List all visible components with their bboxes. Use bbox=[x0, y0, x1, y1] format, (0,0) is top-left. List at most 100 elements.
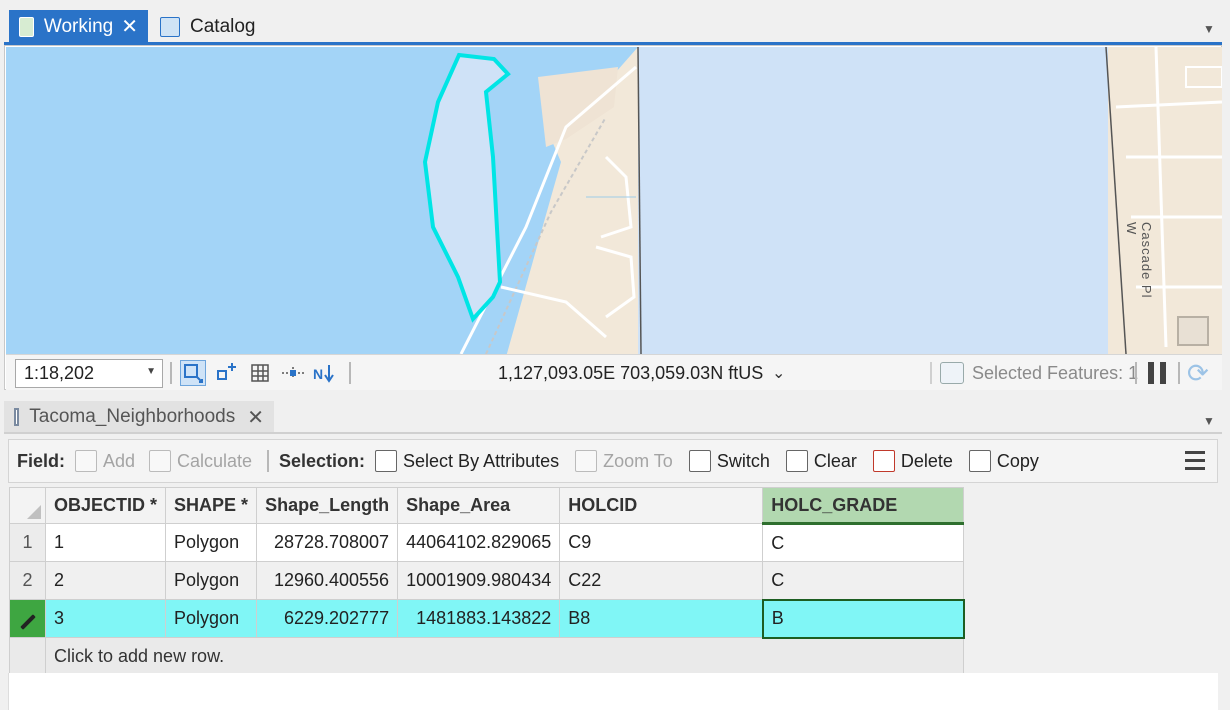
divider bbox=[170, 362, 172, 384]
cell-objectid[interactable]: 1 bbox=[44, 523, 167, 562]
attribute-table: OBJECTID * SHAPE * Shape_Length Shape_Ar… bbox=[9, 487, 965, 676]
cell-shape-length[interactable]: 12960.400556 bbox=[256, 561, 399, 600]
column-header-shape-length[interactable]: Shape_Length bbox=[256, 487, 399, 524]
selection-icon bbox=[940, 362, 964, 384]
table-row[interactable]: 1 1 Polygon 28728.708007 44064102.829065… bbox=[9, 523, 965, 562]
selection-group: Selection: Select By Attributes Zoom To … bbox=[279, 440, 1039, 482]
chevron-down-icon[interactable]: ⌄ bbox=[772, 363, 785, 383]
cell-objectid[interactable]: 3 bbox=[44, 599, 167, 638]
selection-label: Selection: bbox=[279, 450, 366, 471]
row-edit-indicator[interactable] bbox=[9, 599, 46, 638]
copy-label: Copy bbox=[996, 450, 1039, 471]
add-field-icon bbox=[75, 450, 97, 472]
cell-shape-area[interactable]: 10001909.980434 bbox=[397, 561, 561, 600]
cell-shape-length[interactable]: 28728.708007 bbox=[256, 523, 399, 562]
select-by-attributes-icon bbox=[375, 450, 398, 472]
table-row-selected[interactable]: 3 Polygon 6229.202777 1481883.143822 B8 … bbox=[9, 598, 965, 639]
delete-selection-button[interactable]: Delete bbox=[872, 450, 953, 472]
column-header-objectid[interactable]: OBJECTID * bbox=[44, 487, 167, 524]
column-header-holc-grade[interactable]: HOLC_GRADE bbox=[762, 487, 965, 525]
tab-attribute-table[interactable]: Tacoma_Neighborhoods ✕ bbox=[4, 401, 274, 433]
pause-icon[interactable] bbox=[1148, 362, 1168, 384]
divider bbox=[349, 362, 351, 384]
select-by-attributes-button[interactable]: Select By Attributes bbox=[375, 450, 559, 472]
cell-shape[interactable]: Polygon bbox=[165, 599, 258, 638]
cell-holc-grade[interactable]: C bbox=[762, 561, 965, 600]
map-canvas[interactable]: Cascade Pl W bbox=[6, 47, 1222, 354]
map-status-bar: 1:18,202 ▼ N 1,127,093.05E 703,059.03N f… bbox=[6, 354, 1222, 390]
cell-objectid[interactable]: 2 bbox=[44, 561, 167, 600]
copy-icon bbox=[968, 450, 991, 472]
tab-catalog-label: Catalog bbox=[190, 15, 256, 37]
switch-label: Switch bbox=[716, 450, 770, 471]
table-tab-label: Tacoma_Neighborhoods bbox=[29, 406, 236, 427]
cell-shape-area[interactable]: 1481883.143822 bbox=[397, 599, 561, 638]
tab-catalog[interactable]: Catalog bbox=[150, 10, 270, 43]
copy-selection-button[interactable]: Copy bbox=[968, 450, 1039, 472]
select-all-corner[interactable] bbox=[9, 487, 46, 524]
selected-features-label: Selected Features: 1 bbox=[972, 362, 1139, 383]
north-arrow-icon[interactable]: N bbox=[312, 360, 338, 386]
add-new-row-prompt[interactable]: Click to add new row. bbox=[44, 637, 965, 676]
close-icon[interactable]: ✕ bbox=[121, 17, 138, 37]
scale-dropdown[interactable]: 1:18,202 ▼ bbox=[15, 359, 163, 388]
chevron-down-icon[interactable]: ▼ bbox=[1203, 414, 1215, 428]
pencil-icon bbox=[19, 614, 36, 630]
switch-selection-button[interactable]: Switch bbox=[688, 450, 770, 472]
field-label: Field: bbox=[17, 450, 65, 471]
map-icon bbox=[19, 16, 34, 37]
field-group: Field: Add Calculate bbox=[17, 440, 252, 482]
cell-holc-grade-editing[interactable]: B bbox=[761, 598, 965, 639]
calculate-field-button[interactable]: Calculate bbox=[149, 450, 252, 472]
column-header-shape[interactable]: SHAPE * bbox=[165, 487, 258, 524]
menu-icon[interactable] bbox=[1185, 451, 1205, 471]
row-number[interactable]: 1 bbox=[9, 523, 46, 562]
zoom-to-button[interactable]: Zoom To bbox=[575, 450, 673, 472]
fixed-zoom-icon[interactable] bbox=[180, 360, 206, 386]
pane-divider bbox=[4, 432, 1222, 434]
cell-holcid[interactable]: C22 bbox=[559, 561, 764, 600]
refresh-icon[interactable]: ⟳ bbox=[1187, 358, 1209, 389]
zoom-to-label: Zoom To bbox=[603, 450, 673, 471]
snapping-icon[interactable] bbox=[214, 360, 240, 386]
divider bbox=[1135, 362, 1137, 384]
column-header-holcid[interactable]: HOLCID bbox=[559, 487, 764, 524]
grid-icon[interactable] bbox=[247, 360, 273, 386]
add-field-button[interactable]: Add bbox=[75, 450, 135, 472]
cell-shape[interactable]: Polygon bbox=[165, 523, 258, 562]
clear-selection-button[interactable]: Clear bbox=[785, 450, 857, 472]
calculator-icon bbox=[149, 450, 172, 472]
table-icon bbox=[14, 408, 20, 426]
delete-icon bbox=[872, 450, 895, 472]
view-tabstrip: Working ✕ Catalog ▼ bbox=[0, 0, 1230, 45]
tab-working[interactable]: Working ✕ bbox=[9, 10, 148, 43]
cell-holcid[interactable]: B8 bbox=[559, 599, 764, 638]
delete-label: Delete bbox=[900, 450, 953, 471]
table-header-row: OBJECTID * SHAPE * Shape_Length Shape_Ar… bbox=[9, 487, 965, 525]
cell-shape-length[interactable]: 6229.202777 bbox=[256, 599, 399, 638]
add-row[interactable]: Click to add new row. bbox=[9, 637, 965, 676]
zoom-icon bbox=[575, 450, 598, 472]
selected-features-button[interactable]: Selected Features: 1 bbox=[940, 359, 1138, 387]
cell-holcid[interactable]: C9 bbox=[559, 523, 764, 562]
street-label: Cascade Pl W bbox=[1124, 222, 1154, 299]
row-number bbox=[9, 637, 46, 676]
chevron-down-icon: ▼ bbox=[146, 366, 156, 377]
coordinate-readout: 1,127,093.05E 703,059.03N ftUS bbox=[498, 363, 764, 383]
svg-text:N: N bbox=[313, 366, 323, 382]
clear-label: Clear bbox=[813, 450, 857, 471]
cell-holc-grade[interactable]: C bbox=[762, 523, 965, 562]
tab-working-label: Working bbox=[43, 15, 114, 37]
row-number[interactable]: 2 bbox=[9, 561, 46, 600]
column-header-shape-area[interactable]: Shape_Area bbox=[397, 487, 561, 524]
table-empty-area bbox=[8, 673, 1218, 710]
table-row[interactable]: 2 2 Polygon 12960.400556 10001909.980434… bbox=[9, 561, 965, 600]
crosshair-icon[interactable] bbox=[280, 360, 306, 386]
divider bbox=[930, 362, 932, 384]
close-icon[interactable]: ✕ bbox=[247, 405, 264, 430]
cell-shape-area[interactable]: 44064102.829065 bbox=[397, 523, 561, 562]
catalog-icon bbox=[160, 16, 180, 37]
divider bbox=[1178, 362, 1180, 384]
chevron-down-icon[interactable]: ▼ bbox=[1203, 22, 1215, 36]
cell-shape[interactable]: Polygon bbox=[165, 561, 258, 600]
